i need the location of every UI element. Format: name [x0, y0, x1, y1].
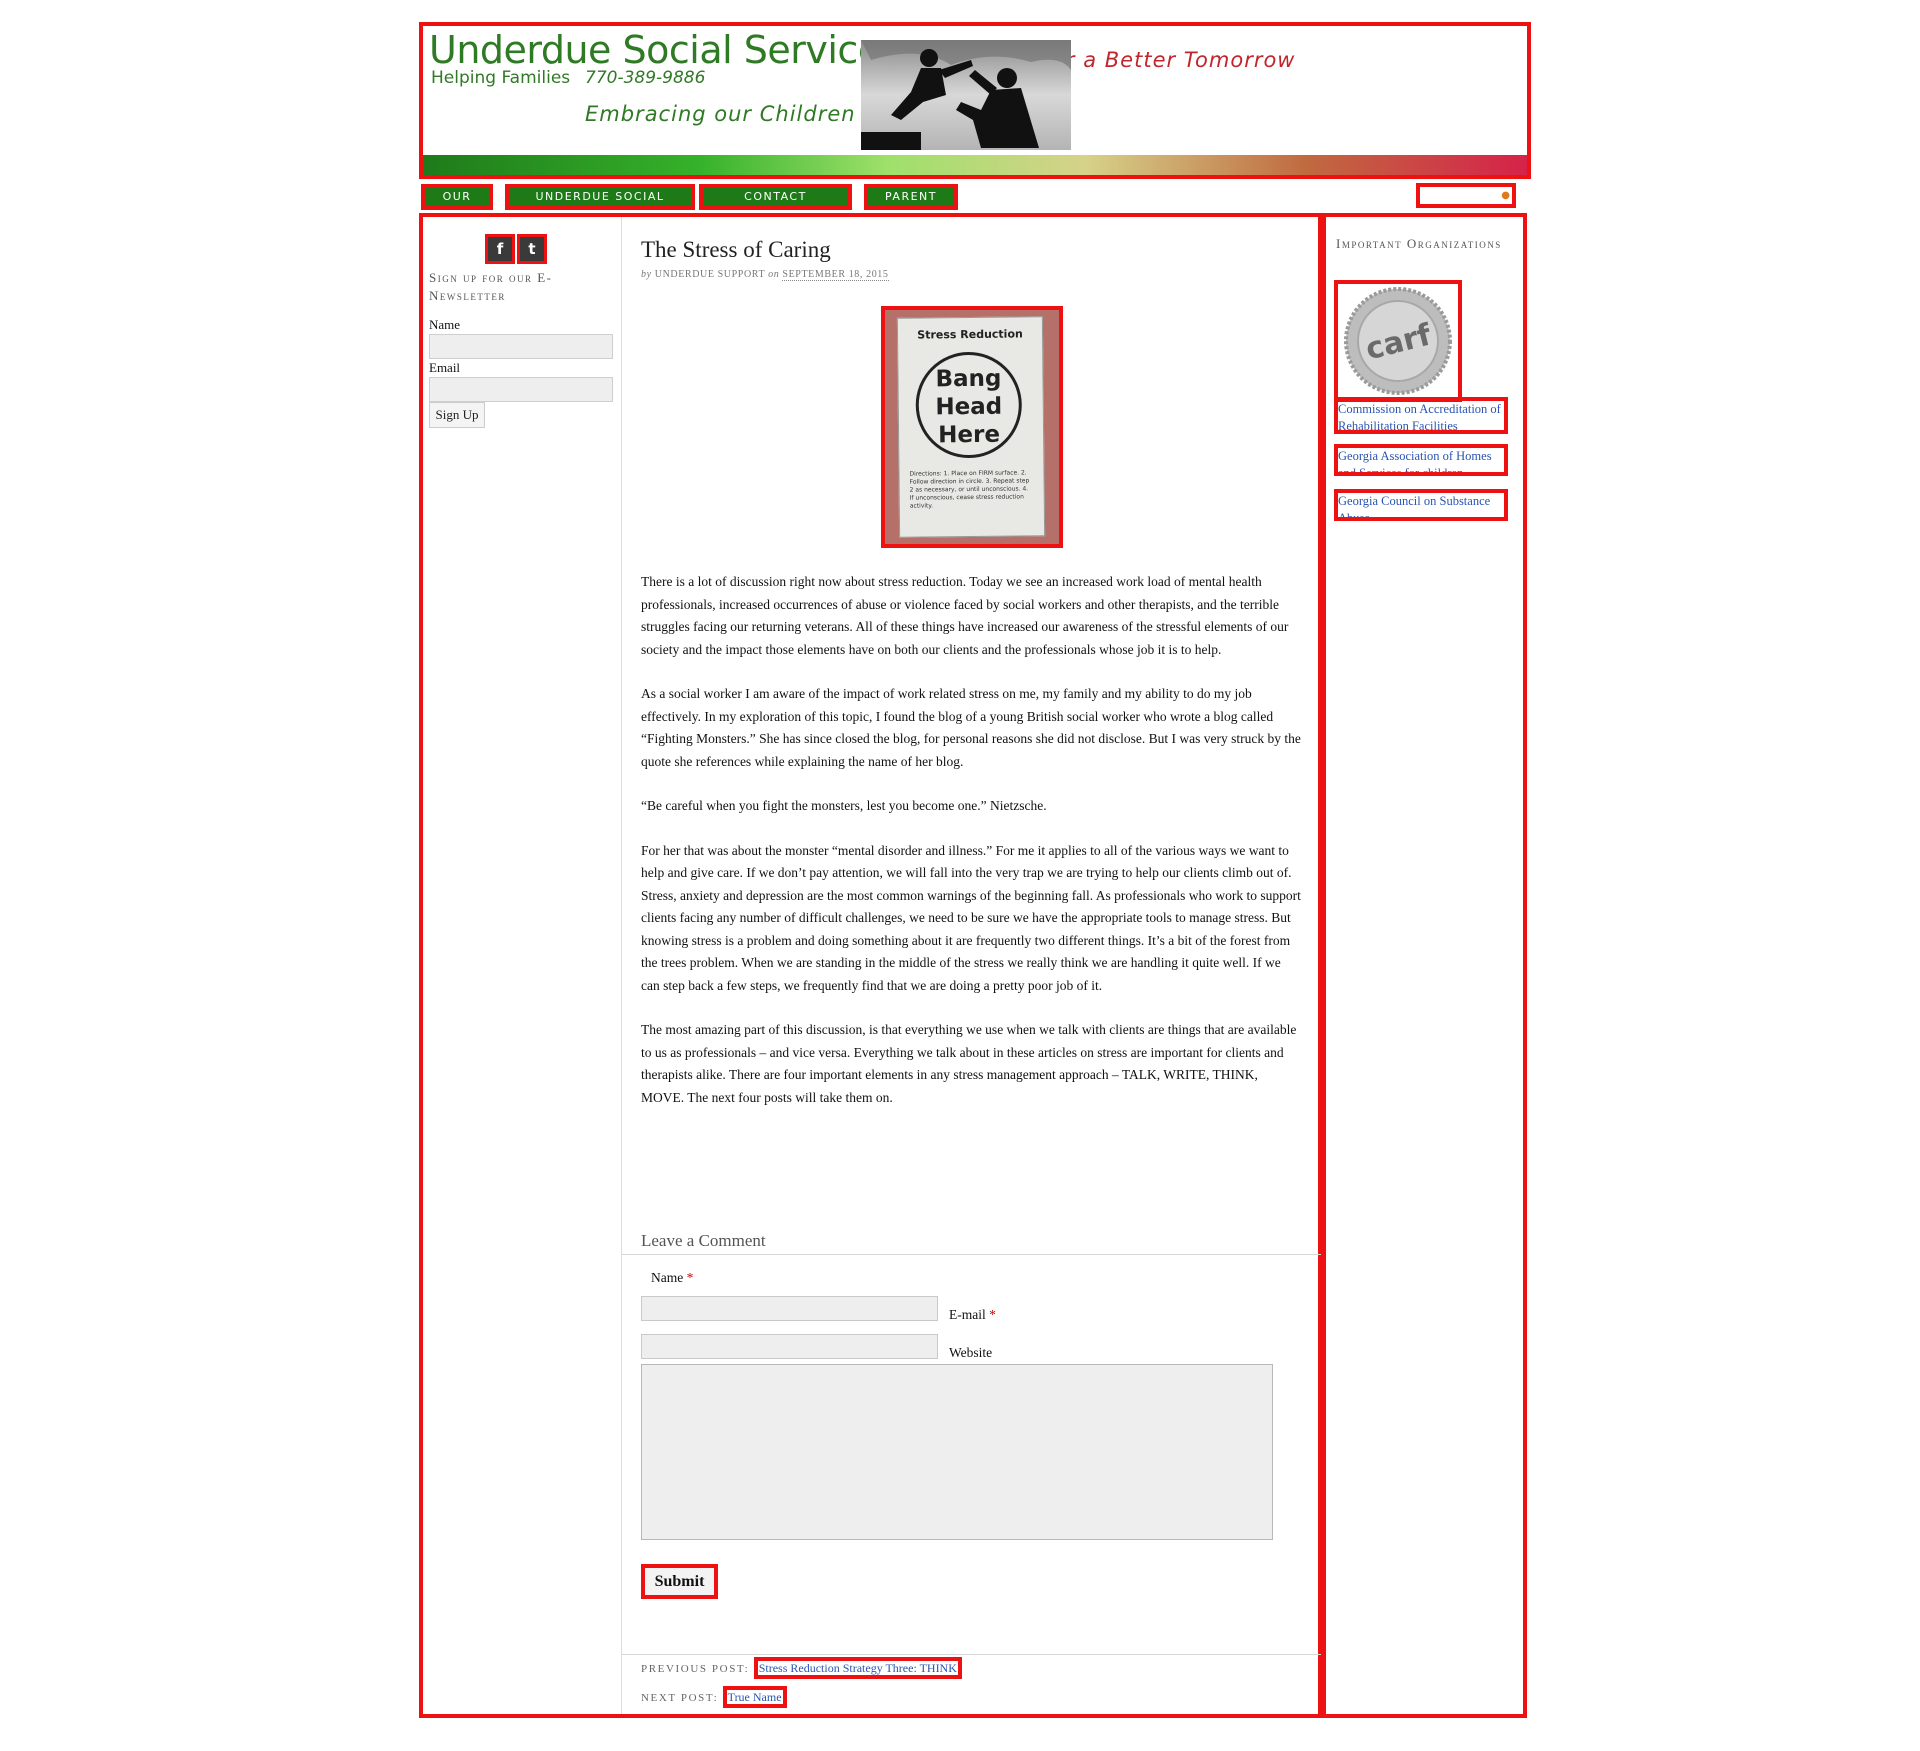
newsletter-title: Sign up for our E-Newsletter: [429, 270, 553, 303]
main-content-box: ft Sign up for our E-Newsletter Name Ema…: [419, 213, 1322, 1718]
sign-line-1: Bang: [935, 365, 1002, 393]
post-paragraph: For her that was about the monster “ment…: [641, 842, 1301, 993]
next-post: NEXT POST: True Name: [641, 1686, 787, 1708]
comment-email-label: E-mail *: [949, 1307, 996, 1323]
newsletter-name-input[interactable]: [429, 334, 613, 359]
post-image[interactable]: Stress Reduction Bang Head Here Directio…: [881, 306, 1063, 548]
previous-post-label: PREVIOUS POST:: [641, 1663, 750, 1675]
next-post-link[interactable]: True Name: [722, 1686, 787, 1708]
previous-post-link[interactable]: Stress Reduction Strategy Three: THINK: [753, 1657, 962, 1679]
left-sidebar: ft Sign up for our E-Newsletter Name Ema…: [423, 217, 622, 1714]
right-sidebar: Important Organizations carf Commission …: [1322, 213, 1527, 1718]
main-nav: OUR BLOG UNDERDUE SOCIAL SERVICES CONTAC…: [419, 180, 1531, 221]
post-date: SEPTEMBER 18, 2015: [782, 269, 889, 281]
header-photo: [861, 40, 1071, 150]
post-meta-by: by: [641, 269, 652, 280]
facebook-icon[interactable]: f: [485, 234, 515, 264]
previous-post: PREVIOUS POST: Stress Reduction Strategy…: [641, 1657, 962, 1679]
required-mark: *: [686, 1270, 694, 1285]
slogan-better-tomorrow: For a Better Tomorrow: [1039, 48, 1296, 72]
nav-our-blog[interactable]: OUR BLOG: [421, 184, 493, 221]
comment-textarea[interactable]: [641, 1364, 1273, 1540]
nav-underdue-social-services[interactable]: UNDERDUE SOCIAL SERVICES: [505, 184, 695, 221]
sign-top-text: Stress Reduction: [917, 327, 1023, 342]
post-body: There is a lot of discussion right now a…: [641, 571, 1301, 1131]
nav-contact-information[interactable]: CONTACT INFORMATION: [699, 184, 852, 221]
post-meta: by UNDERDUE SUPPORT on SEPTEMBER 18, 201…: [641, 269, 889, 281]
social-links: ft: [485, 234, 549, 264]
signup-button[interactable]: Sign Up: [429, 402, 485, 428]
comment-email-label-text: E-mail: [949, 1307, 986, 1322]
post-paragraph: As a social worker I am aware of the imp…: [641, 686, 1301, 769]
comment-divider: [621, 1254, 1321, 1255]
comment-website-label: Website: [949, 1345, 993, 1360]
submit-button[interactable]: Submit: [641, 1564, 718, 1599]
post-author[interactable]: UNDERDUE SUPPORT: [655, 269, 765, 280]
org-link-georgia-substance-abuse[interactable]: Georgia Council on Substance Abuse: [1334, 489, 1508, 521]
comment-name-label-text: Name: [651, 1270, 684, 1285]
stress-sign: Stress Reduction Bang Head Here Directio…: [896, 316, 1046, 538]
post-paragraph: There is a lot of discussion right now a…: [641, 574, 1289, 657]
site-header[interactable]: Underdue Social Services Helping Familie…: [419, 22, 1531, 179]
sign-circle: Bang Head Here: [915, 351, 1023, 459]
phone-number: 770-389-9886: [585, 68, 706, 88]
slogan-embracing: Embracing our Children: [585, 102, 856, 126]
org-link-carf[interactable]: Commission on Accreditation of Rehabilit…: [1334, 397, 1508, 434]
comment-name-label: Name *: [651, 1270, 693, 1286]
sign-line-2: Head: [935, 393, 1003, 421]
site-tagline: Helping Families: [431, 68, 571, 88]
rss-icon[interactable]: ●: [1501, 190, 1510, 201]
sign-line-3: Here: [938, 421, 1001, 449]
newsletter-email-input[interactable]: [429, 377, 613, 402]
twitter-icon[interactable]: t: [517, 234, 547, 264]
comment-website-input[interactable]: [641, 1334, 938, 1359]
post-paragraph: The most amazing part of this discussion…: [641, 1022, 1297, 1105]
post-meta-on: on: [768, 269, 780, 280]
post-nav-divider: [621, 1654, 1321, 1655]
newsletter-email-label: Email: [429, 360, 461, 375]
sign-directions: Directions: 1. Place on FIRM surface. 2.…: [909, 469, 1030, 510]
post-paragraph: “Be careful when you fight the monsters,…: [641, 798, 1047, 813]
post-title: The Stress of Caring: [641, 237, 831, 262]
carf-logo[interactable]: carf: [1334, 280, 1462, 402]
org-link-georgia-homes[interactable]: Georgia Association of Homes and Service…: [1334, 444, 1508, 476]
required-mark: *: [989, 1307, 996, 1322]
comment-heading: Leave a Comment: [641, 1231, 766, 1250]
site-title[interactable]: Underdue Social Services: [429, 28, 901, 72]
newsletter-name-label: Name: [429, 317, 461, 332]
carf-seal-icon: carf: [1344, 287, 1452, 395]
comment-name-input[interactable]: [641, 1296, 938, 1321]
search-box[interactable]: ●: [1416, 183, 1516, 208]
next-post-label: NEXT POST:: [641, 1692, 719, 1704]
header-gradient-bar: [423, 155, 1527, 175]
important-organizations-title: Important Organizations: [1336, 236, 1502, 251]
nav-parent-talk[interactable]: PARENT TALK: [864, 184, 958, 221]
